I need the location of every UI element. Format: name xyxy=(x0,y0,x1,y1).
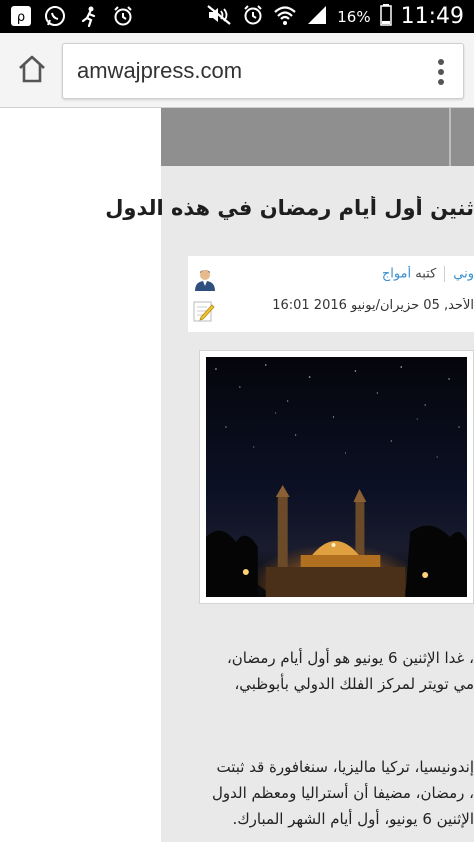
status-bar: ρ 16% 11:49 xyxy=(0,0,474,33)
paragraph-line: ، غدا الإثنين 6 يونيو هو أول أيام رمضان، xyxy=(226,649,474,667)
home-icon xyxy=(19,55,45,83)
battery-icon xyxy=(379,3,392,30)
battery-percent: 16% xyxy=(337,7,371,26)
notification-icons: ρ xyxy=(10,5,134,27)
written-by-label: كتبه xyxy=(415,266,437,282)
alarm-icon xyxy=(242,4,264,30)
article-image-frame xyxy=(199,350,474,604)
whatsapp-icon xyxy=(44,5,66,27)
url-bar[interactable]: amwajpress.com xyxy=(62,43,464,99)
clock: 11:49 xyxy=(400,4,464,29)
app-icon: ρ xyxy=(10,5,32,27)
article-meta: وني كتبه أمواج الأحد, 05 حزيران/يونيو 201… xyxy=(188,256,474,332)
web-page: ثنين أول أيام رمضان في هذه الدول وني كتبه… xyxy=(0,108,474,842)
wifi-icon xyxy=(273,4,297,30)
author-link[interactable]: أمواج xyxy=(382,267,411,282)
svg-text:ρ: ρ xyxy=(17,10,25,25)
browser-toolbar: amwajpress.com xyxy=(0,33,474,108)
header-banner xyxy=(161,108,474,166)
paragraph-line: إندونيسيا، تركيا ماليزيا، سنغافورة قد ثب… xyxy=(216,758,474,776)
overflow-menu-button[interactable] xyxy=(435,57,447,87)
alarm-icon xyxy=(112,5,134,27)
running-person-icon xyxy=(78,5,100,27)
system-status: 16% 11:49 xyxy=(205,0,464,33)
meta-divider xyxy=(444,266,446,282)
paragraph-line: الإثنين 6 يونيو، أول أيام الشهر المبارك. xyxy=(232,810,474,828)
author-line: وني كتبه أمواج xyxy=(224,266,474,282)
article-paragraph-2: إندونيسيا، تركيا ماليزيا، سنغافورة قد ثب… xyxy=(194,754,474,832)
overflow-menu-icon xyxy=(438,59,444,85)
url-text[interactable]: amwajpress.com xyxy=(77,58,242,84)
signal-icon xyxy=(306,4,328,30)
category-link[interactable]: وني xyxy=(453,267,474,282)
banner-divider xyxy=(449,108,451,166)
home-button[interactable] xyxy=(14,51,50,87)
author-avatar-icon xyxy=(193,267,217,291)
article-title[interactable]: ثنين أول أيام رمضان في هذه الدول xyxy=(94,196,474,220)
paragraph-line: ، رمضان، مضيفا أن أستراليا ومعظم الدول xyxy=(211,784,474,802)
paragraph-line: مي تويتر لمركز الفلك الدولي بأبوظبي، xyxy=(234,675,474,693)
mute-icon xyxy=(205,4,233,30)
edit-note-icon xyxy=(193,300,215,322)
mosque-night-image[interactable] xyxy=(206,357,467,597)
publish-date: الأحد, 05 حزيران/يونيو 2016 16:01 xyxy=(272,298,474,313)
article-paragraph-1: ، غدا الإثنين 6 يونيو هو أول أيام رمضان،… xyxy=(194,645,474,697)
